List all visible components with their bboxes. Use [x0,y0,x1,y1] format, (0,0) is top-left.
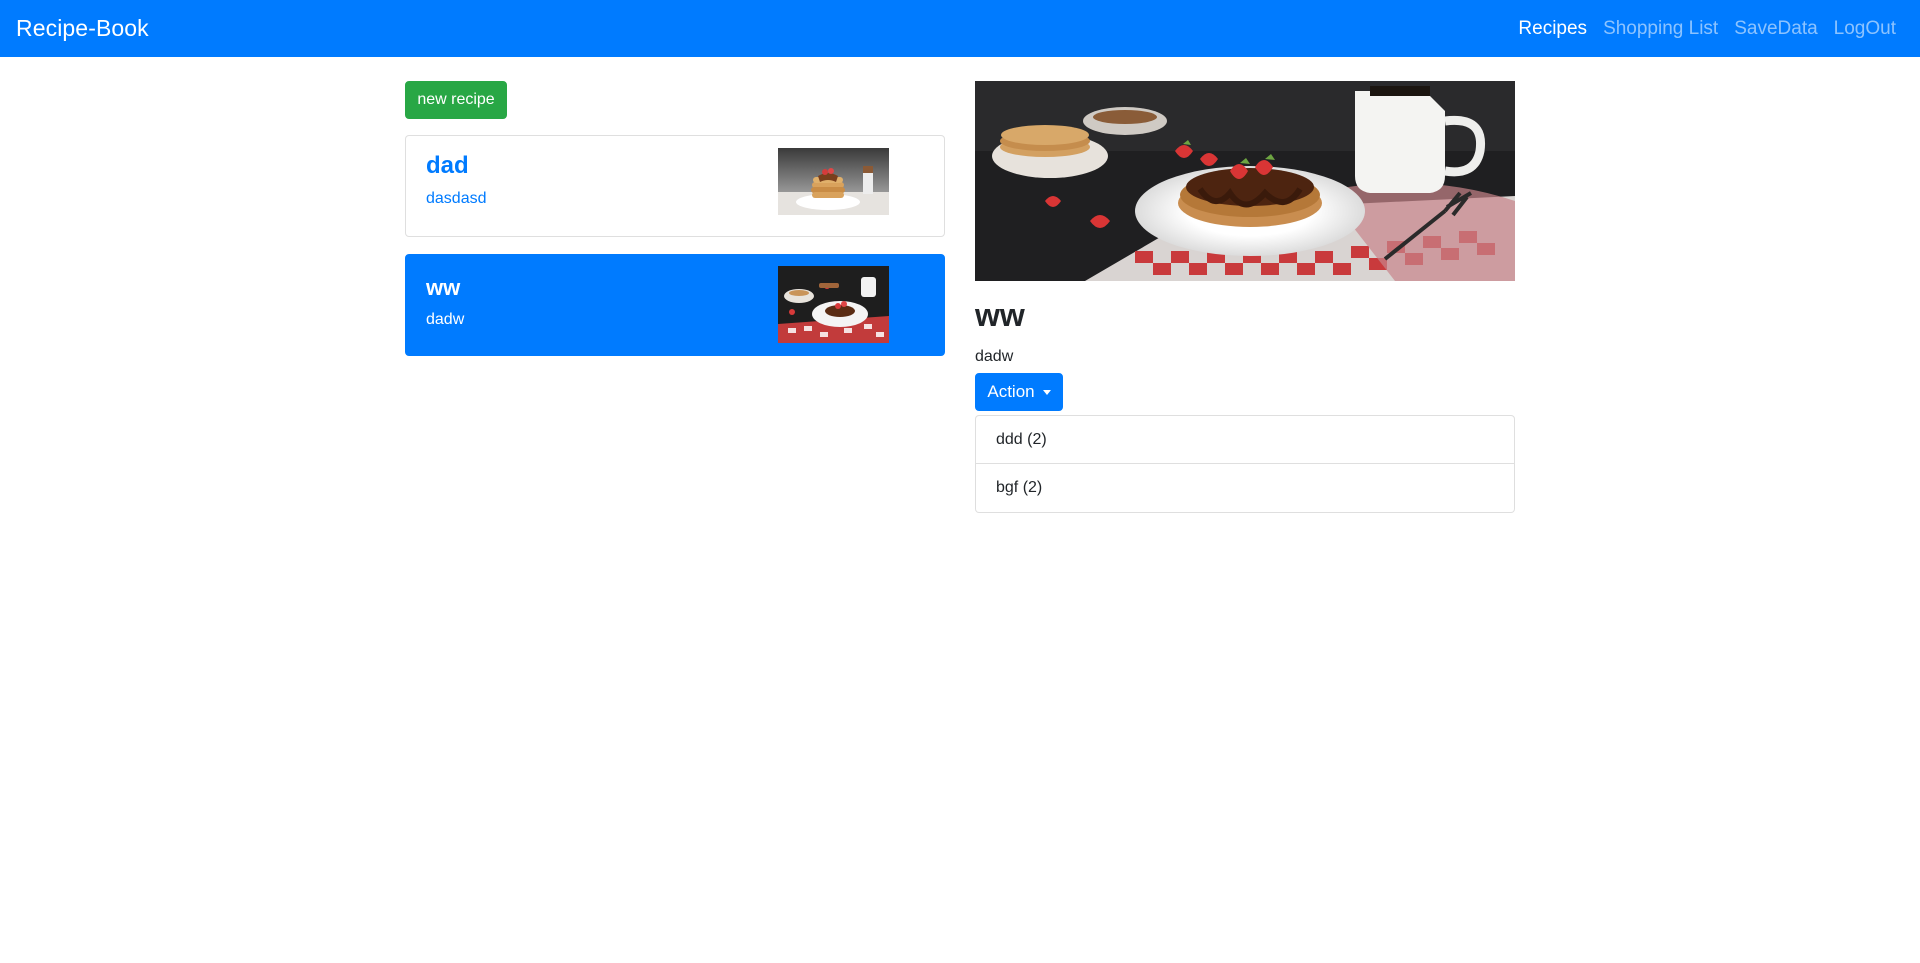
recipe-thumbnail-image [778,266,889,343]
nav-links: Recipes Shopping List SaveData LogOut [1510,18,1904,40]
nav-link-save-data[interactable]: SaveData [1726,18,1825,40]
recipe-thumbnail-image [778,148,889,215]
caret-down-icon [1042,389,1051,395]
brand-link[interactable]: Recipe-Book [16,15,149,42]
recipe-detail-description: dadw [975,348,1014,365]
nav-link-shopping-list[interactable]: Shopping List [1595,18,1726,40]
nav-link-recipes[interactable]: Recipes [1510,18,1595,40]
ingredient-item[interactable]: bgf (2) [975,464,1515,513]
action-dropdown-button[interactable]: Action [975,373,1063,411]
new-recipe-button[interactable]: new recipe [405,81,507,119]
nav-link-logout[interactable]: LogOut [1826,18,1904,40]
recipe-list-item-active[interactable]: ww dadw [405,254,945,356]
recipe-detail-image [975,81,1515,281]
ingredients-list: ddd (2) bgf (2) [975,415,1515,513]
ingredient-item[interactable]: ddd (2) [975,415,1515,464]
action-button-label: Action [987,382,1035,401]
recipe-detail-title: ww [975,297,1025,333]
recipe-list-item[interactable]: dad dasdasd [405,135,945,237]
top-navbar: Recipe-Book Recipes Shopping List SaveDa… [0,0,1920,57]
